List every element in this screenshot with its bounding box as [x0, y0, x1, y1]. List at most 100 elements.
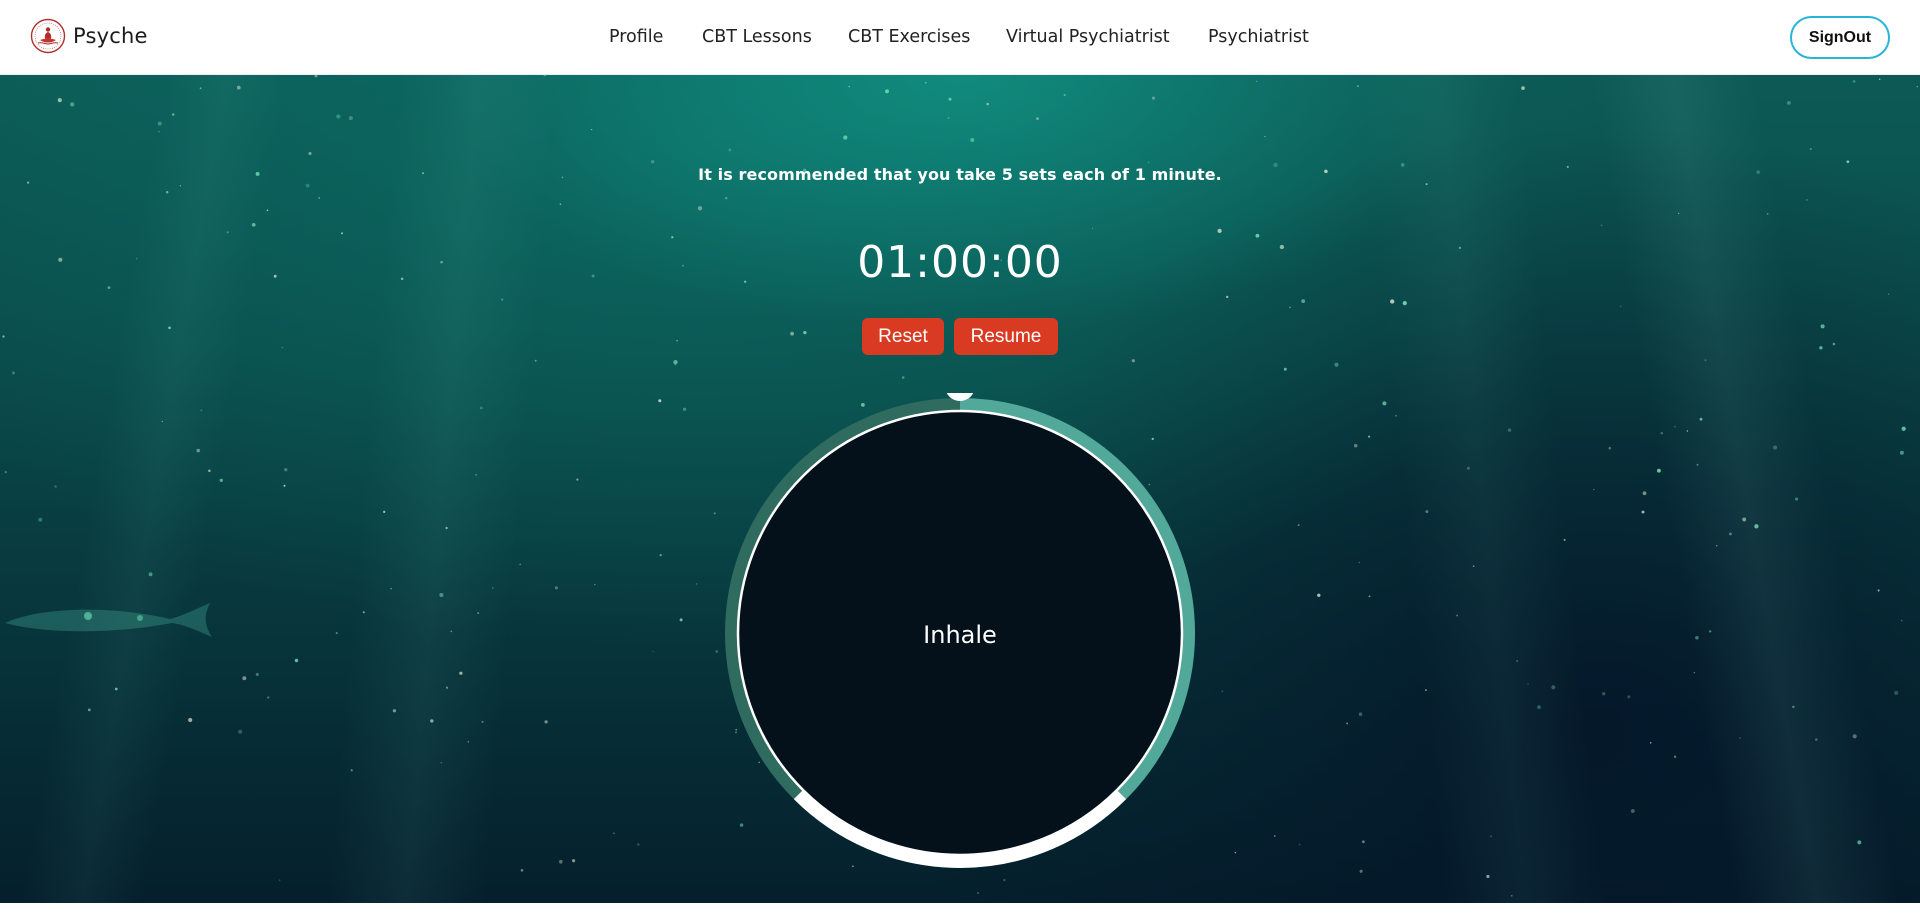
background-particle: [171, 113, 175, 116]
background-particle: [1264, 135, 1266, 138]
nav-link-psychiatrist[interactable]: Psychiatrist: [1208, 27, 1309, 47]
background-particle: [682, 407, 687, 411]
brand-link[interactable]: Psyche: [30, 18, 148, 54]
background-particle: [501, 298, 504, 301]
background-particle: [70, 102, 75, 107]
background-particle: [674, 364, 677, 366]
background-particle: [947, 117, 950, 120]
background-particle: [1696, 463, 1699, 466]
background-particle: [1527, 683, 1529, 685]
main-nav: Profile CBT Lessons CBT Exercises Virtua…: [0, 0, 1920, 75]
background-particle: [57, 98, 62, 103]
background-particle: [713, 512, 716, 515]
background-particle: [977, 892, 979, 894]
background-particle: [1602, 692, 1606, 696]
background-particle: [1395, 414, 1398, 417]
background-particle: [1511, 895, 1513, 897]
background-particle: [491, 587, 494, 589]
background-particle: [1490, 835, 1492, 838]
nav-link-cbt-lessons[interactable]: CBT Lessons: [702, 27, 812, 47]
background-particle: [1521, 86, 1525, 90]
background-particle: [1362, 840, 1365, 844]
background-particle: [572, 859, 576, 863]
background-particle: [477, 612, 480, 615]
background-particle: [519, 563, 521, 565]
background-particle: [520, 868, 524, 872]
background-particle: [383, 510, 386, 513]
background-particle: [166, 191, 169, 194]
background-particle: [901, 376, 905, 379]
resume-button[interactable]: Resume: [954, 318, 1058, 355]
background-particle: [590, 128, 593, 131]
background-particle: [728, 148, 732, 152]
background-particle: [4, 470, 7, 474]
background-particle: [267, 696, 270, 699]
background-particle: [340, 232, 344, 235]
background-particle: [637, 843, 640, 846]
background-particle: [1346, 722, 1349, 725]
background-particle: [226, 231, 229, 234]
background-particle: [1456, 614, 1458, 617]
brand-name: Psyche: [73, 24, 148, 48]
background-particle: [1486, 874, 1490, 879]
background-particle: [1620, 305, 1622, 307]
background-particle: [266, 209, 269, 212]
nav-link-cbt-exercises[interactable]: CBT Exercises: [848, 27, 970, 47]
background-particle: [242, 676, 247, 681]
background-particle: [479, 406, 483, 410]
background-particle: [54, 485, 57, 488]
background-particle: [445, 686, 449, 689]
background-particle: [970, 137, 975, 143]
background-particle: [1255, 80, 1258, 83]
background-particle: [1742, 517, 1747, 522]
background-particle: [200, 409, 203, 412]
background-particle: [1754, 524, 1759, 529]
background-particle: [725, 196, 728, 200]
background-particle: [1516, 659, 1519, 663]
background-particle: [1899, 450, 1904, 455]
background-particle: [1852, 734, 1857, 739]
background-particle: [1036, 117, 1039, 120]
background-particle: [1766, 213, 1769, 215]
background-particle: [1402, 301, 1407, 306]
nav-link-profile[interactable]: Profile: [609, 27, 663, 47]
background-particle: [1852, 80, 1856, 83]
background-particle: [1739, 737, 1741, 739]
background-particle: [439, 592, 444, 598]
background-particle: [1368, 595, 1371, 598]
background-particle: [1608, 446, 1612, 450]
background-particle: [1425, 510, 1429, 514]
background-particle: [1593, 488, 1595, 491]
background-particle: [1003, 879, 1006, 882]
background-particle: [1537, 705, 1541, 709]
background-particle: [843, 135, 848, 140]
signout-button[interactable]: SignOut: [1790, 16, 1890, 59]
nav-link-virtual-psychiatrist[interactable]: Virtual Psychiatrist: [1006, 27, 1170, 47]
background-particle: [161, 420, 163, 423]
background-particle: [1274, 835, 1276, 837]
background-particle: [1900, 619, 1903, 622]
breathing-exercise-section: It is recommended that you take 5 sets e…: [0, 75, 1920, 903]
background-particle: [188, 717, 193, 723]
background-particle: [1857, 840, 1862, 845]
background-particle: [350, 769, 353, 772]
background-particle: [1901, 426, 1906, 431]
background-particle: [294, 658, 299, 663]
background-particle: [11, 371, 15, 375]
background-particle: [1674, 426, 1676, 428]
background-particle: [430, 719, 434, 723]
background-particle: [238, 729, 243, 734]
background-particle: [1678, 212, 1680, 214]
reset-button[interactable]: Reset: [862, 318, 944, 355]
background-particle: [543, 75, 547, 77]
background-particle: [1805, 198, 1808, 201]
background-particle: [459, 671, 463, 675]
background-particle: [1368, 435, 1371, 438]
background-particle: [336, 114, 341, 119]
background-particle: [652, 650, 654, 653]
background-particle: [612, 832, 615, 835]
background-particle: [1334, 362, 1339, 367]
background-particle: [1815, 738, 1818, 741]
background-particle: [255, 672, 259, 676]
background-particle: [558, 859, 563, 864]
